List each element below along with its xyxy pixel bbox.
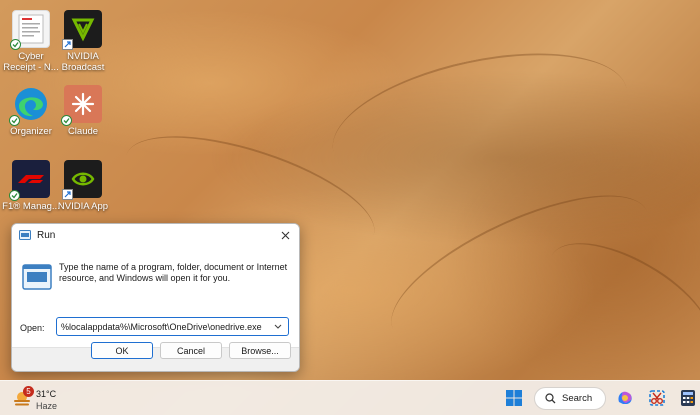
close-button[interactable]: [277, 227, 293, 243]
shortcut-arrow-icon: [62, 39, 73, 50]
weather-condition: Haze: [36, 401, 58, 411]
run-dialog: Run Type the name of a program, folder, …: [11, 223, 300, 372]
f1-manager-icon: [18, 175, 44, 183]
close-icon: [281, 231, 289, 239]
browse-button[interactable]: Browse...: [229, 342, 291, 359]
copilot-icon[interactable]: [615, 388, 635, 408]
weather-badge: 5: [23, 386, 34, 397]
sync-check-icon: [9, 115, 20, 126]
sync-check-icon: [10, 39, 21, 50]
start-icon[interactable]: [505, 389, 523, 407]
run-program-icon: [22, 264, 52, 290]
desktop-icon-label: Claude: [67, 126, 99, 137]
desktop-icon-organizer[interactable]: Organizer: [2, 85, 60, 137]
search-icon: [545, 393, 556, 404]
taskbar: 5 31°C Haze Search: [0, 380, 700, 415]
desktop-icon-nvidia-broadcast[interactable]: NVIDIA Broadcast: [54, 10, 112, 73]
ok-button[interactable]: OK: [91, 342, 153, 359]
claude-icon: [71, 92, 95, 116]
desktop-icon-f1-manager[interactable]: F1® Manag...: [2, 160, 60, 212]
nvidia-app-icon: [71, 172, 95, 186]
cancel-button[interactable]: Cancel: [160, 342, 222, 359]
shortcut-arrow-icon: [62, 189, 73, 200]
open-combobox[interactable]: [56, 317, 289, 336]
sync-check-icon: [61, 115, 72, 126]
document-icon: [18, 14, 44, 44]
dropdown-button[interactable]: [269, 318, 287, 335]
snipping-tool-icon[interactable]: [647, 388, 667, 408]
run-icon: [19, 230, 31, 240]
chevron-down-icon: [274, 324, 282, 329]
open-label: Open:: [20, 323, 45, 333]
run-titlebar[interactable]: Run: [12, 224, 299, 246]
desktop-icon-label: F1® Manag...: [2, 201, 60, 212]
nvidia-broadcast-icon: [71, 18, 95, 42]
run-title: Run: [37, 229, 56, 241]
weather-widget[interactable]: 5 31°C Haze: [12, 385, 72, 413]
desktop-icon-label: Organizer: [10, 126, 52, 137]
run-body: Type the name of a program, folder, docu…: [12, 246, 299, 350]
open-input[interactable]: [57, 321, 269, 332]
desktop-icon-claude[interactable]: Claude: [54, 85, 112, 137]
taskbar-search[interactable]: Search: [534, 387, 606, 410]
weather-temperature: 31°C: [36, 389, 57, 399]
desktop-icon-cyber-receipt[interactable]: Cyber Receipt - N...: [2, 10, 60, 73]
search-label: Search: [562, 393, 593, 404]
sync-check-icon: [9, 190, 20, 201]
run-description: Type the name of a program, folder, docu…: [59, 262, 288, 283]
desktop-icon-label: Cyber Receipt - N...: [3, 51, 59, 73]
calculator-icon[interactable]: [678, 388, 698, 408]
desktop-icon-label: NVIDIA App: [57, 201, 109, 212]
desktop-icon-nvidia-app[interactable]: NVIDIA App: [54, 160, 112, 212]
desktop-icon-label: NVIDIA Broadcast: [61, 51, 105, 73]
